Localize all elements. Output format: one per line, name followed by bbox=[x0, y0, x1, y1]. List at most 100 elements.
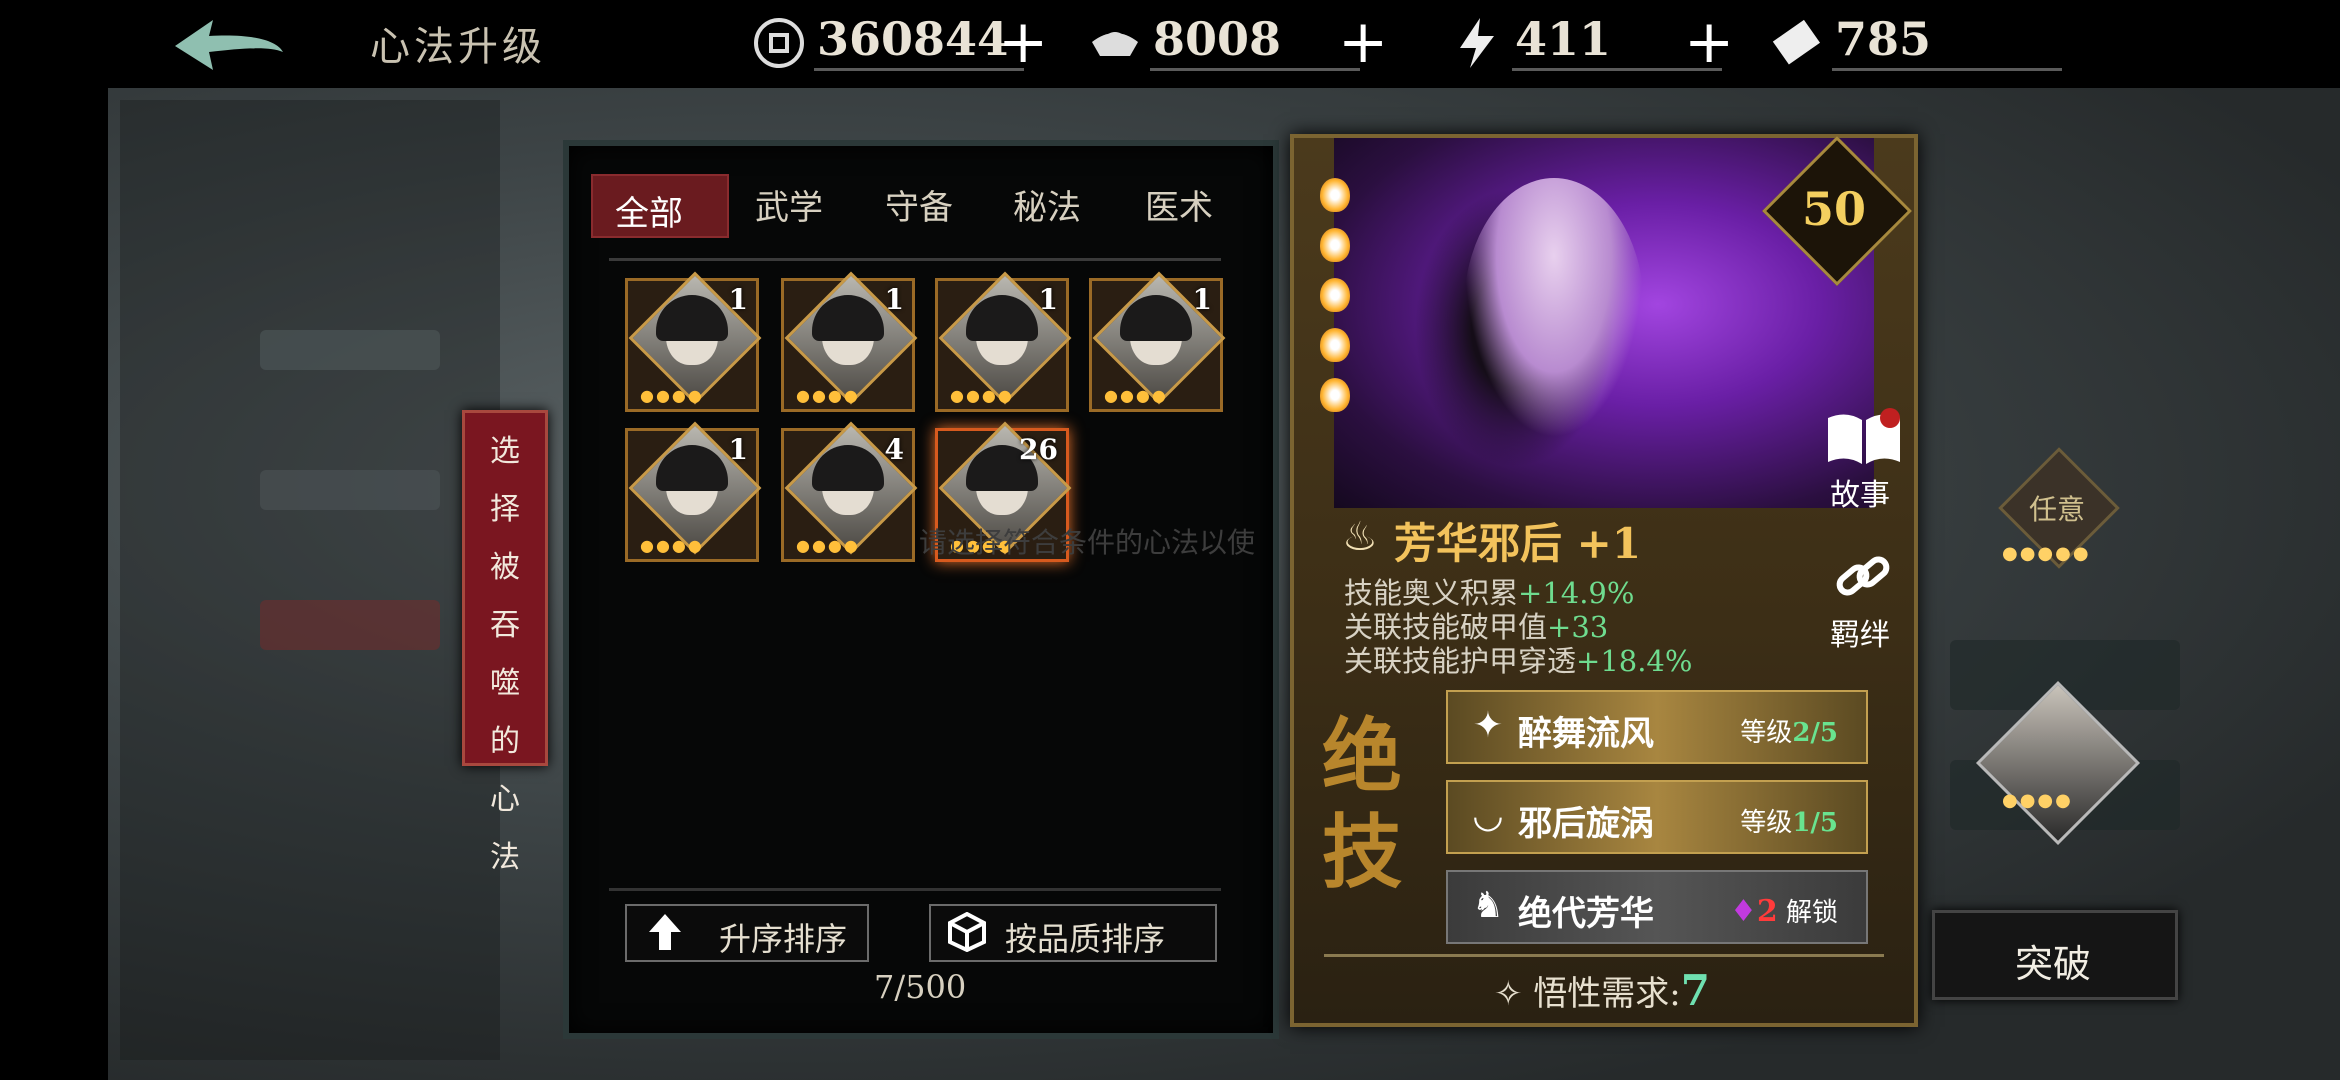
plus-icon: + bbox=[1684, 7, 1735, 77]
vortex-icon: ◡ bbox=[1472, 795, 1504, 836]
sparkle-icon: ✧ bbox=[1494, 974, 1523, 1014]
tab-defense[interactable]: 守备 bbox=[885, 180, 953, 229]
plus-icon: + bbox=[998, 7, 1049, 77]
stat-line: 关联技能护甲穿透+18.4% bbox=[1344, 638, 1692, 680]
level-label: 等级 bbox=[1740, 808, 1793, 838]
silver-ingot-icon bbox=[1092, 32, 1138, 56]
label-char: 的 bbox=[490, 724, 520, 759]
plus-icon: + bbox=[1338, 7, 1389, 77]
page-title: 心法升级 bbox=[370, 24, 546, 70]
skill-card[interactable]: 1 ●●●● bbox=[625, 421, 762, 562]
flame-icon bbox=[1320, 178, 1350, 212]
inventory-count: 7/500 bbox=[874, 968, 967, 1006]
requirement-label: 悟性需求: bbox=[1533, 974, 1681, 1014]
skill-row-3-locked[interactable]: ♞ 绝代芳华 ♦2 解锁 bbox=[1446, 870, 1868, 944]
star-rating: ●●●●● bbox=[2002, 543, 2091, 564]
card-count: 1 bbox=[884, 283, 904, 316]
divider bbox=[609, 258, 1221, 261]
ultimate-label: 绝技 bbox=[1322, 709, 1402, 899]
sort-ascending-button[interactable]: 升序排序 bbox=[625, 904, 869, 962]
stat-label: 关联技能护甲穿透 bbox=[1344, 644, 1577, 678]
unlock-label: 解锁 bbox=[1785, 898, 1838, 928]
arrow-up-icon bbox=[649, 914, 681, 950]
requirement-value: 7 bbox=[1680, 966, 1711, 1015]
level-value: 50 bbox=[1801, 182, 1866, 236]
card-count: 4 bbox=[884, 433, 904, 466]
skill-level: 等级1/5 bbox=[1740, 802, 1838, 839]
inventory-panel: 全部 武学 守备 秘法 医术 1 ●●●● 1 ●●●● 1 ●●●● 1 ●●… bbox=[563, 140, 1279, 1039]
skill-card[interactable]: 4 ●●●● bbox=[781, 421, 918, 562]
background-blur bbox=[260, 600, 440, 650]
card-count: 1 bbox=[1038, 283, 1058, 316]
character-name: 芳华邪后 +1 bbox=[1394, 519, 1642, 568]
label-char: 噬 bbox=[490, 666, 520, 701]
divider bbox=[1150, 68, 1360, 71]
select-devour-label: 选 择 被 吞 噬 的 心 法 bbox=[462, 410, 548, 875]
insight-requirement: ✧ 悟性需求:7 bbox=[1494, 966, 1710, 1015]
divider bbox=[1832, 68, 2062, 71]
story-label: 故事 bbox=[1830, 478, 1890, 513]
lightning-icon bbox=[1460, 18, 1494, 68]
character-figure bbox=[1464, 178, 1644, 438]
breakthrough-button[interactable]: 突破 bbox=[1932, 910, 2178, 1000]
bond-label: 羁绊 bbox=[1830, 618, 1890, 653]
label-char: 法 bbox=[490, 840, 520, 875]
energy-value: 411 bbox=[1515, 12, 1612, 66]
skill-name: 邪后旋涡 bbox=[1518, 804, 1654, 844]
card-count: 1 bbox=[1192, 283, 1212, 316]
card-count: 1 bbox=[728, 433, 748, 466]
star-rating: ●●●● bbox=[1104, 386, 1168, 405]
coin-icon bbox=[754, 18, 804, 68]
ticket-icon bbox=[1772, 19, 1821, 65]
label-char: 择 bbox=[490, 492, 520, 527]
skill-card[interactable]: 1 ●●●● bbox=[625, 271, 762, 412]
skill-name: 绝代芳华 bbox=[1518, 894, 1654, 934]
skill-card[interactable]: 1 ●●●● bbox=[935, 271, 1072, 412]
sort-asc-label: 升序排序 bbox=[719, 920, 848, 958]
flame-icon bbox=[1320, 378, 1350, 412]
skill-row-1[interactable]: ✦ 醉舞流风 等级2/5 bbox=[1446, 690, 1868, 764]
skill-card[interactable]: 1 ●●●● bbox=[1089, 271, 1226, 412]
unlock-requirement: ♦2 解锁 bbox=[1730, 892, 1838, 929]
book-icon bbox=[1828, 408, 1900, 464]
elephant-icon: ♞ bbox=[1471, 885, 1505, 926]
divider bbox=[814, 68, 1024, 71]
flame-icon bbox=[1320, 228, 1350, 262]
fire-emblem-icon: ♨ bbox=[1342, 514, 1378, 560]
bond-button[interactable]: 羁绊 bbox=[1824, 548, 1904, 658]
level-label: 等级 bbox=[1740, 718, 1793, 748]
tab-all[interactable]: 全部 bbox=[591, 174, 729, 238]
resource-ticket: 785 bbox=[1770, 8, 2090, 72]
level-value: 2/5 bbox=[1792, 718, 1838, 748]
tab-martial[interactable]: 武学 bbox=[755, 180, 823, 229]
detail-panel: 50 故事 羁绊 ♨ 芳华邪后 +1 技能奥义积累+14.9% 关联技能破甲值+… bbox=[1290, 134, 1918, 1027]
card-count: 1 bbox=[728, 283, 748, 316]
skill-name: 醉舞流风 bbox=[1518, 714, 1654, 754]
star-rating: ●●●● bbox=[796, 386, 860, 405]
skill-level: 等级2/5 bbox=[1740, 712, 1838, 749]
back-arrow-icon[interactable] bbox=[165, 12, 295, 82]
label-char: 被 bbox=[490, 550, 520, 585]
cube-icon bbox=[948, 912, 986, 952]
star-rating: ●●●● bbox=[950, 386, 1014, 405]
purple-flame-icon: ♦ bbox=[1729, 894, 1757, 929]
skill-row-2[interactable]: ◡ 邪后旋涡 等级1/5 bbox=[1446, 780, 1868, 854]
tab-medicine[interactable]: 医术 bbox=[1145, 180, 1213, 229]
star-rating: ●●●● bbox=[640, 386, 704, 405]
divider bbox=[1324, 954, 1884, 957]
tab-label: 全部 bbox=[615, 194, 683, 234]
skill-card[interactable]: 1 ●●●● bbox=[781, 271, 918, 412]
label-char: 选 bbox=[490, 434, 520, 469]
level-value: 1/5 bbox=[1792, 808, 1838, 838]
card-count: 26 bbox=[1019, 433, 1058, 466]
tab-secret[interactable]: 秘法 bbox=[1013, 180, 1081, 229]
story-button[interactable]: 故事 bbox=[1824, 408, 1904, 518]
chain-link-icon bbox=[1836, 556, 1890, 596]
label-char: 心 bbox=[490, 782, 520, 817]
sort-quality-button[interactable]: 按品质排序 bbox=[929, 904, 1217, 962]
ticket-value: 785 bbox=[1835, 12, 1932, 66]
any-slot-label: 任意 bbox=[2028, 493, 2085, 526]
dance-icon: ✦ bbox=[1472, 705, 1504, 746]
divider bbox=[609, 888, 1221, 891]
hint-text: 请选择符合条件的心法以使 bbox=[919, 526, 1256, 559]
